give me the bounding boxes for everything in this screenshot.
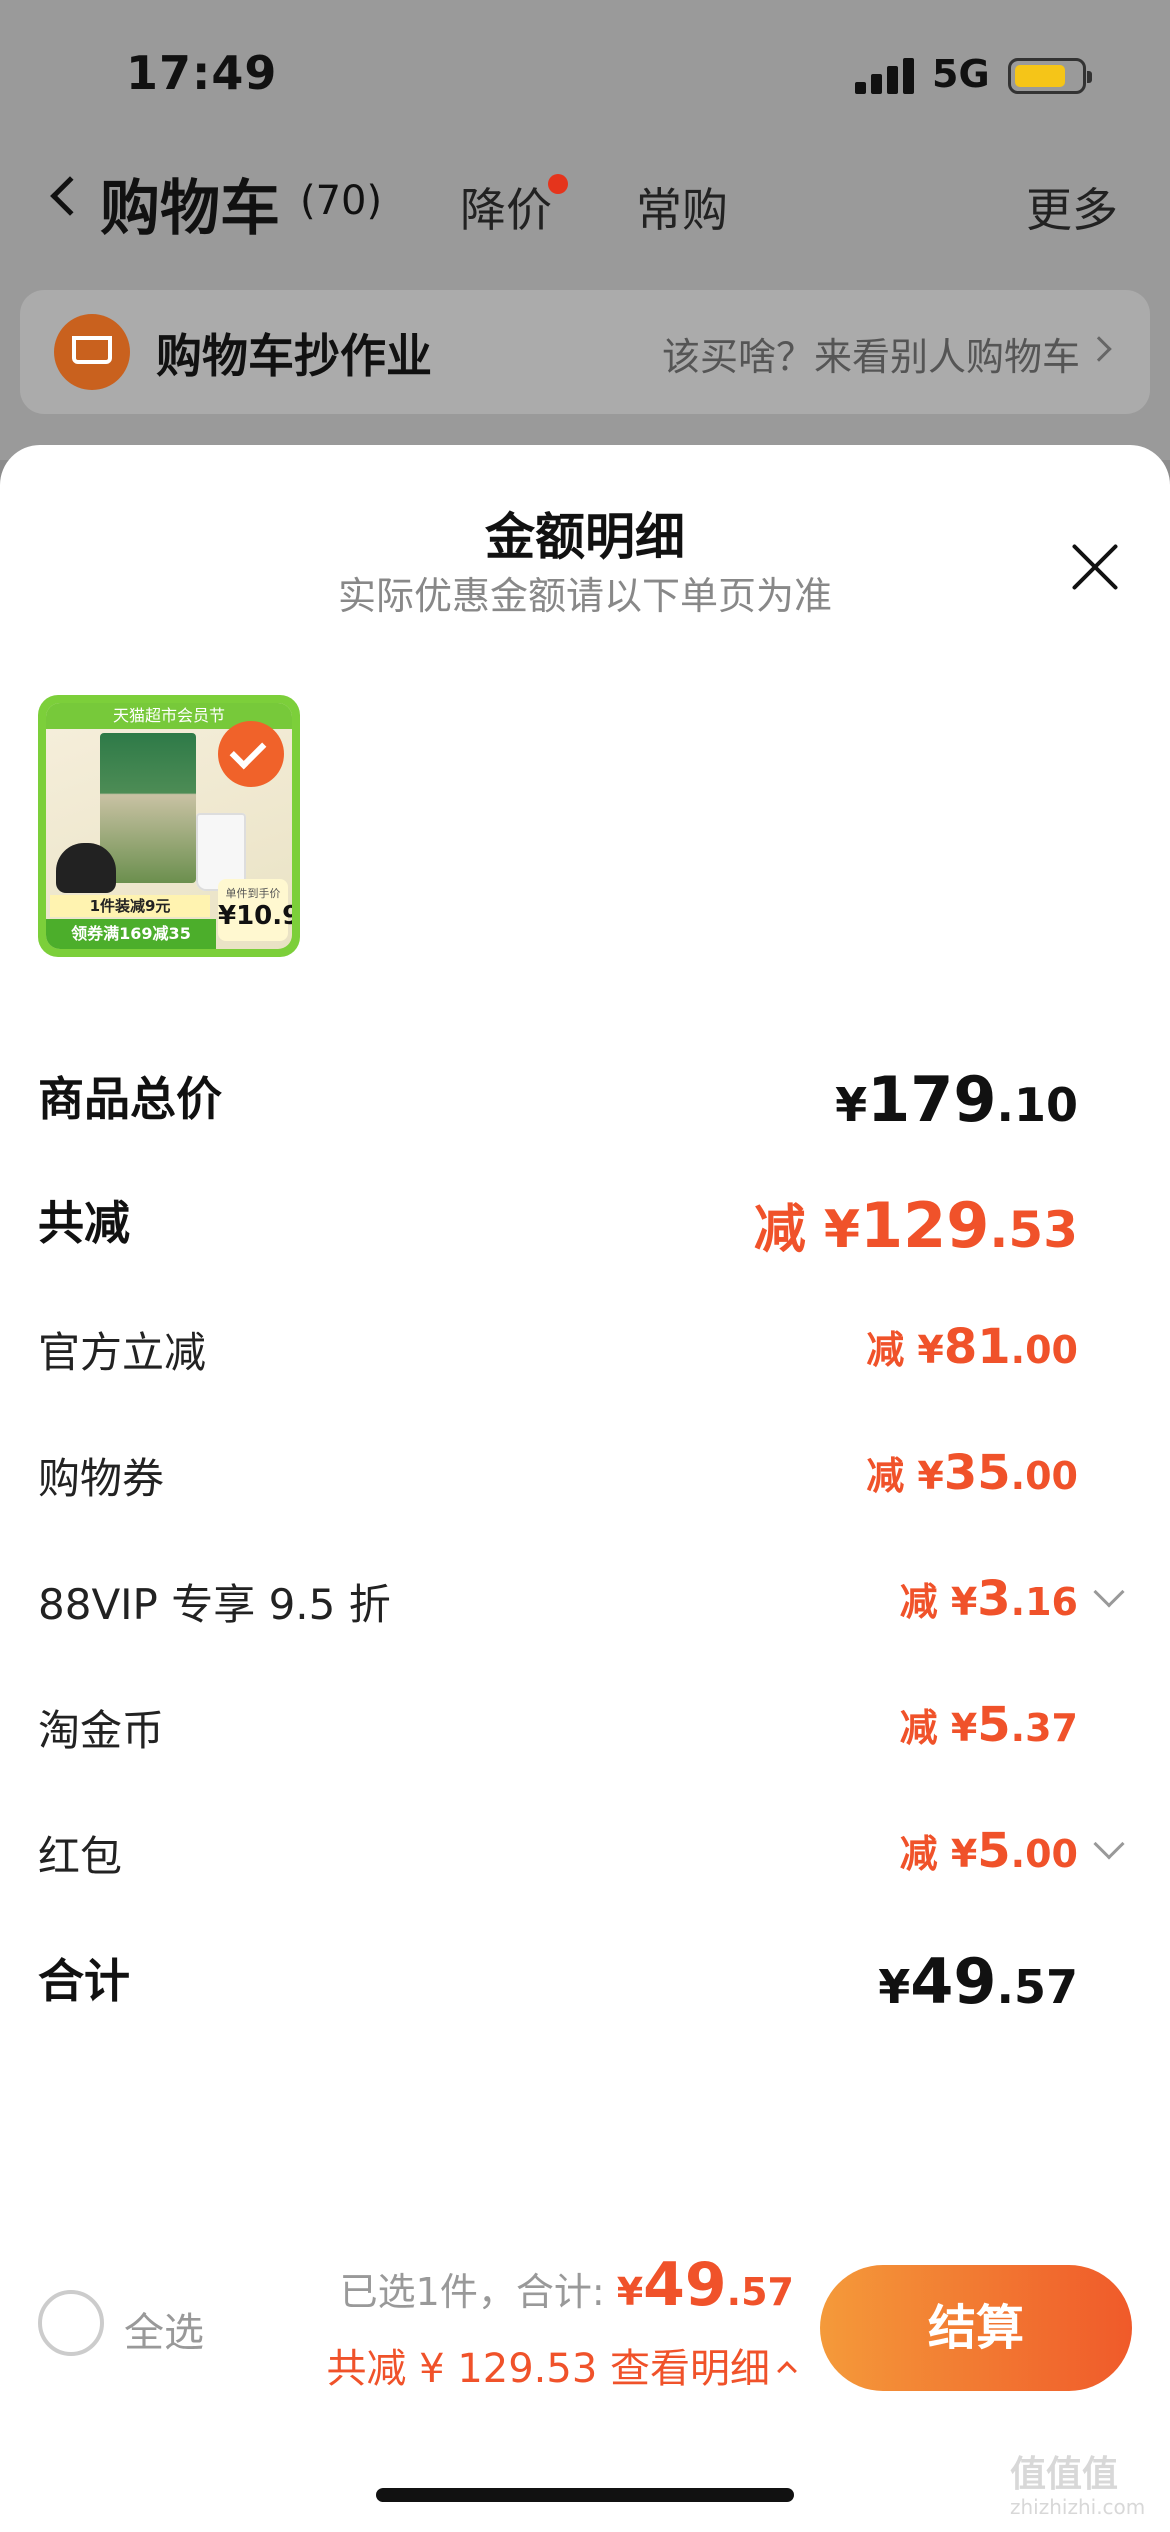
amount-detail-sheet: 金额明细 实际优惠金额请以下单页为准 天猫超市会员节 1件装减9元 领券满169… bbox=[0, 445, 1170, 2532]
banner-subtitle: 该买啥？来看别人购物车 bbox=[661, 335, 1080, 379]
selected-summary: 已选1件，合计: ¥49.57 bbox=[340, 2250, 794, 2320]
network-type: 5G bbox=[932, 52, 990, 96]
signal-icon bbox=[855, 58, 915, 94]
saved-text: 共减 ¥ 129.53 查看明细 bbox=[326, 2346, 770, 2392]
status-time: 17:49 bbox=[126, 46, 278, 100]
selected-text: 已选1件，合计: bbox=[339, 2270, 617, 2314]
chevron-down-icon[interactable] bbox=[1093, 1828, 1125, 1860]
row-total-discount: 共减 减 ¥129.53 bbox=[38, 1187, 1128, 1267]
row-amount: ¥179.10 bbox=[835, 1063, 1078, 1136]
home-indicator bbox=[376, 2488, 794, 2502]
notification-dot bbox=[548, 174, 568, 194]
status-bar: 17:49 5G bbox=[0, 0, 1170, 150]
row-label: 购物券 bbox=[38, 1454, 165, 1503]
product-promo-1: 1件装减9元 bbox=[50, 895, 210, 917]
battery-icon bbox=[1008, 58, 1092, 94]
row-label: 88VIP 专享 9.5 折 bbox=[38, 1580, 391, 1629]
row-amount: 减 ¥5.00 bbox=[899, 1823, 1078, 1879]
price-tag-label: 单件到手价 bbox=[225, 887, 281, 900]
row-label: 共减 bbox=[38, 1196, 130, 1250]
banner-title: 购物车抄作业 bbox=[156, 329, 432, 383]
tab-price-drop[interactable]: 降价 bbox=[460, 174, 552, 240]
tab-frequent[interactable]: 常购 bbox=[636, 174, 728, 240]
row-label: 官方立减 bbox=[38, 1328, 207, 1377]
checkout-bar: 全选 已选1件，合计: ¥49.57 共减 ¥ 129.53 查看明细 结算 bbox=[0, 2240, 1170, 2410]
row-label: 淘金币 bbox=[38, 1706, 165, 1755]
checkout-button[interactable]: 结算 bbox=[820, 2265, 1132, 2391]
row-shopping-coupon: 购物券 减 ¥35.00 bbox=[38, 1445, 1128, 1525]
chevron-down-icon[interactable] bbox=[1093, 1576, 1125, 1608]
row-taojinbi: 淘金币 减 ¥5.37 bbox=[38, 1697, 1128, 1777]
row-88vip-discount[interactable]: 88VIP 专享 9.5 折 减 ¥3.16 bbox=[38, 1571, 1128, 1651]
sheet-subtitle: 实际优惠金额请以下单页为准 bbox=[337, 574, 832, 618]
watermark-url: zhizhizhi.com bbox=[1010, 2495, 1146, 2519]
product-promo-2: 领券满169减35 bbox=[46, 919, 216, 949]
row-amount: 减 ¥5.37 bbox=[899, 1697, 1078, 1753]
row-label: 商品总价 bbox=[38, 1072, 222, 1126]
row-red-packet[interactable]: 红包 减 ¥5.00 bbox=[38, 1823, 1128, 1903]
row-amount: 减 ¥35.00 bbox=[866, 1445, 1078, 1501]
sheet-title: 金额明细 bbox=[485, 508, 685, 566]
product-price-tag: 单件到手价 ¥10.9 bbox=[218, 879, 292, 941]
background-page: 17:49 5G 购物车 (70) 降价 常购 更多 购物车抄作业 该买啥？来看… bbox=[0, 0, 1170, 460]
view-detail-link[interactable]: 共减 ¥ 129.53 查看明细 bbox=[326, 2336, 797, 2394]
row-subtotal: 商品总价 ¥179.10 bbox=[38, 1063, 1128, 1143]
selected-check-icon[interactable] bbox=[218, 721, 284, 787]
row-amount: 减 ¥3.16 bbox=[899, 1571, 1078, 1627]
page-title: 购物车 bbox=[100, 174, 280, 244]
product-thumbnail[interactable]: 天猫超市会员节 1件装减9元 领券满169减35 单件到手价 ¥10.9 bbox=[38, 695, 300, 957]
milk-carton-image bbox=[100, 733, 196, 883]
tmall-cat-icon bbox=[56, 843, 116, 893]
row-official-discount: 官方立减 减 ¥81.00 bbox=[38, 1319, 1128, 1399]
total-amount: ¥49.57 bbox=[616, 2250, 794, 2320]
cart-homework-banner[interactable]: 购物车抄作业 该买啥？来看别人购物车 bbox=[20, 290, 1150, 414]
row-amount: 减 ¥129.53 bbox=[753, 1189, 1078, 1262]
back-icon[interactable] bbox=[50, 176, 90, 216]
nav-bar: 购物车 (70) 降价 常购 更多 bbox=[0, 160, 1170, 250]
price-tag-value: ¥10.9 bbox=[218, 901, 292, 931]
row-amount: 减 ¥81.00 bbox=[866, 1319, 1078, 1375]
row-label: 红包 bbox=[38, 1832, 123, 1881]
chevron-up-icon bbox=[777, 2361, 797, 2381]
close-icon[interactable] bbox=[1068, 540, 1122, 594]
cart-count: (70) bbox=[300, 178, 383, 224]
row-grand-total: 合计 ¥49.57 bbox=[38, 1945, 1128, 2025]
select-all-checkbox[interactable] bbox=[38, 2290, 104, 2356]
chevron-right-icon bbox=[1086, 336, 1112, 362]
more-button[interactable]: 更多 bbox=[1026, 174, 1118, 240]
watermark-logo: 值值值 bbox=[1010, 2454, 1119, 2495]
cart-icon bbox=[54, 314, 130, 390]
row-amount: ¥49.57 bbox=[878, 1945, 1078, 2018]
row-label: 合计 bbox=[38, 1954, 130, 2008]
select-all-label[interactable]: 全选 bbox=[124, 2300, 204, 2358]
